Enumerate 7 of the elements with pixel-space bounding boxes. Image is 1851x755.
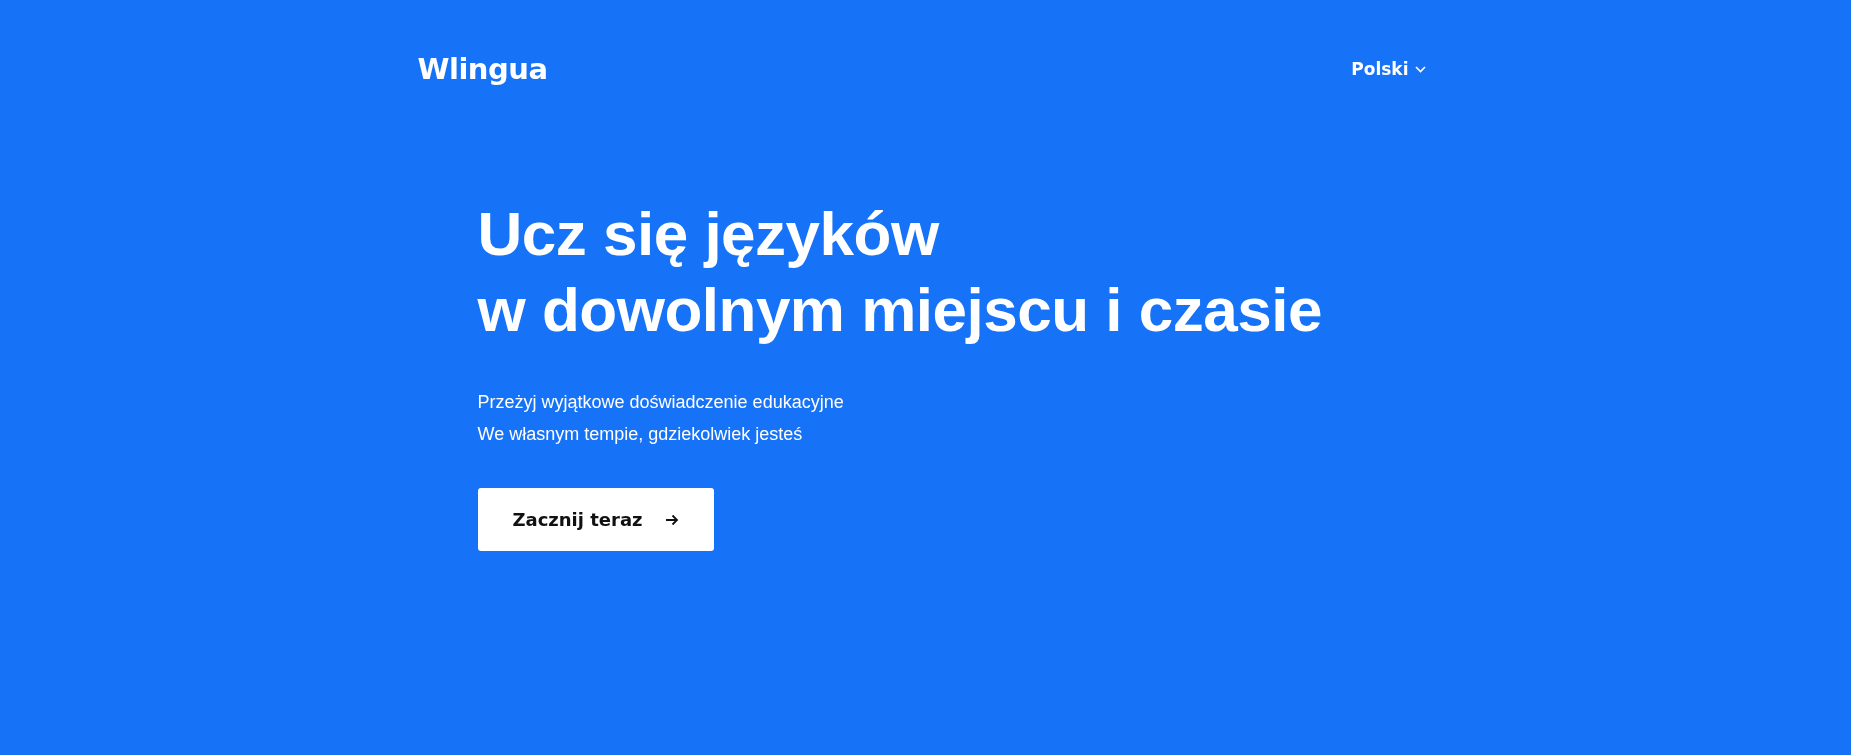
hero-subtitle: Przeżyj wyjątkowe doświadczenie edukacyjne We własnym tempie, gdziekolwiek jesteś — [477, 391, 844, 446]
language-selector[interactable]: Polski — [1351, 59, 1426, 79]
hero-heading: Ucz się języków w dowolnym miejscu i czasie — [477, 198, 1322, 346]
start-button[interactable]: Zacznij teraz — [477, 488, 714, 551]
chevron-down-icon — [1414, 65, 1426, 73]
arrow-right-icon — [664, 513, 679, 526]
logo[interactable]: Wlingua — [417, 52, 548, 86]
